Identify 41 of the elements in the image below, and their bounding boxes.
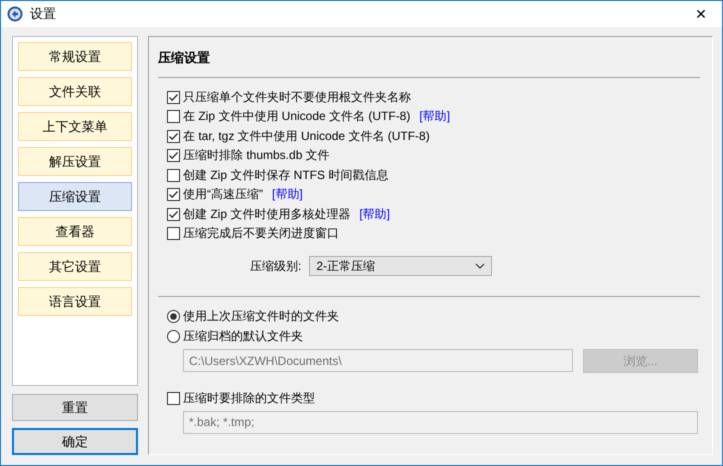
option-label: 创建 Zip 文件时保存 NTFS 时间戳信息 bbox=[183, 166, 388, 184]
radio-label: 压缩归档的默认文件夹 bbox=[183, 328, 303, 346]
help-link[interactable]: [帮助] bbox=[419, 108, 450, 126]
level-label: 压缩级别: bbox=[250, 258, 302, 274]
checkbox[interactable] bbox=[167, 90, 180, 104]
help-link[interactable]: [帮助] bbox=[359, 206, 390, 223]
checkbox[interactable] bbox=[167, 188, 180, 202]
checkbox[interactable] bbox=[167, 130, 180, 143]
sidebar-item[interactable]: 压缩设置 bbox=[18, 182, 132, 211]
chevron-icon bbox=[475, 263, 486, 269]
checkbox[interactable] bbox=[167, 168, 180, 182]
option-label: 压缩时排除 thumbs.db 文件 bbox=[183, 147, 330, 164]
option-label: 压缩完成后不要关闭进度窗口 bbox=[183, 225, 339, 242]
sidebar-item[interactable]: 其它设置 bbox=[18, 252, 132, 281]
sidebar-item[interactable]: 查看器 bbox=[18, 217, 132, 246]
option-label: 使用“高速压缩” bbox=[183, 186, 263, 204]
section-title: 压缩设置 bbox=[158, 49, 211, 67]
option-label: 只压缩单个文件夹时不要使用根文件夹名称 bbox=[183, 88, 411, 106]
sidebar-item[interactable]: 上下文菜单 bbox=[18, 112, 132, 141]
option-label: 压缩时要排除的文件类型 bbox=[183, 390, 315, 407]
checkbox[interactable] bbox=[167, 149, 180, 162]
option-label: 创建 Zip 文件时使用多核处理器 bbox=[183, 206, 350, 223]
reset-button[interactable]: 重置 bbox=[12, 394, 138, 421]
option-label: 在 Zip 文件中使用 Unicode 文件名 (UTF-8) bbox=[183, 108, 410, 126]
sidebar-item[interactable]: 解压设置 bbox=[18, 147, 132, 176]
help-link[interactable]: [帮助] bbox=[272, 186, 303, 204]
level-dropdown[interactable]: 2-正常压缩 bbox=[309, 256, 492, 276]
sidebar-item[interactable]: 语言设置 bbox=[18, 287, 132, 316]
radio-button[interactable] bbox=[167, 310, 180, 323]
app-icon bbox=[7, 6, 23, 22]
ok-button[interactable]: 确定 bbox=[12, 428, 138, 455]
checkbox[interactable] bbox=[167, 110, 180, 124]
window-title: 设置 bbox=[30, 5, 57, 23]
sidebar-item[interactable]: 常规设置 bbox=[18, 42, 132, 71]
radio-button[interactable] bbox=[167, 330, 180, 344]
checkbox[interactable] bbox=[167, 208, 180, 221]
radio-label: 使用上次压缩文件时的文件夹 bbox=[183, 308, 339, 325]
checkbox[interactable] bbox=[167, 227, 180, 240]
close-button[interactable]: ✕ bbox=[686, 6, 716, 22]
option-label: 在 tar, tgz 文件中使用 Unicode 文件名 (UTF-8) bbox=[183, 128, 430, 145]
sidebar-item[interactable]: 文件关联 bbox=[18, 77, 132, 106]
